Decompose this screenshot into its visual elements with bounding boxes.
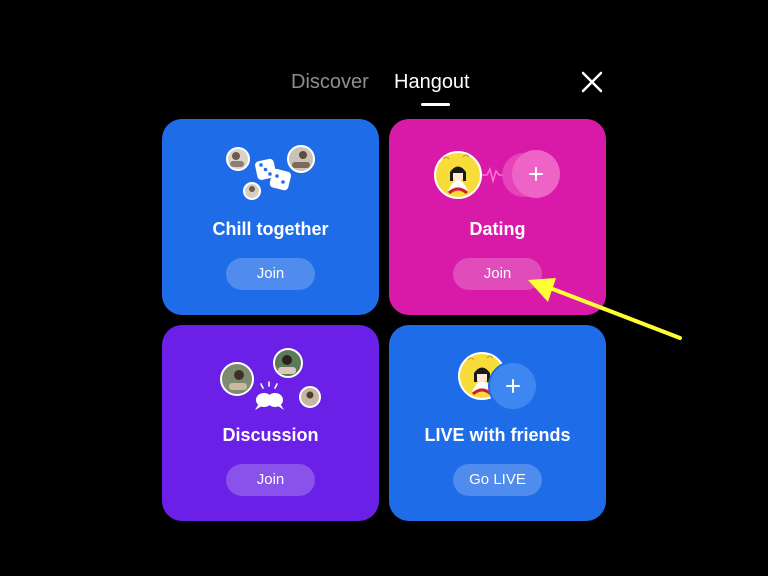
live-with-friends-illustration — [458, 352, 538, 411]
close-icon[interactable] — [578, 68, 606, 96]
card-title: LIVE with friends — [424, 425, 571, 445]
avatar — [220, 362, 254, 396]
discussion-illustration — [220, 348, 321, 410]
dice-icon — [255, 158, 292, 191]
heartbeat-line — [482, 166, 505, 185]
hangout-screen: Discover Hangout Chill together Join Dat… — [0, 0, 768, 576]
join-button[interactable]: Join — [226, 464, 315, 496]
active-tab-indicator — [421, 103, 450, 106]
go-live-button[interactable]: Go LIVE — [453, 464, 542, 496]
tab-discover[interactable]: Discover — [291, 70, 369, 94]
discussion-card[interactable]: Discussion Join — [162, 325, 379, 521]
avatar — [434, 151, 482, 199]
live-with-friends-card[interactable]: LIVE with friends Go LIVE — [389, 325, 606, 521]
chill-together-card[interactable]: Chill together Join — [162, 119, 379, 315]
join-button[interactable]: Join — [453, 258, 542, 290]
avatar — [226, 147, 250, 171]
card-title: Discussion — [222, 425, 319, 445]
dating-card[interactable]: Dating Join — [389, 119, 606, 315]
chat-bubbles-icon — [255, 381, 284, 410]
avatar — [287, 145, 315, 173]
chill-together-illustration — [226, 145, 315, 200]
avatar — [243, 182, 261, 200]
avatar — [273, 348, 303, 378]
card-title: Chill together — [212, 219, 329, 239]
join-button[interactable]: Join — [226, 258, 315, 290]
tab-hangout[interactable]: Hangout — [394, 70, 470, 94]
avatar — [299, 386, 321, 408]
dating-illustration — [434, 150, 560, 199]
card-title: Dating — [469, 219, 526, 239]
